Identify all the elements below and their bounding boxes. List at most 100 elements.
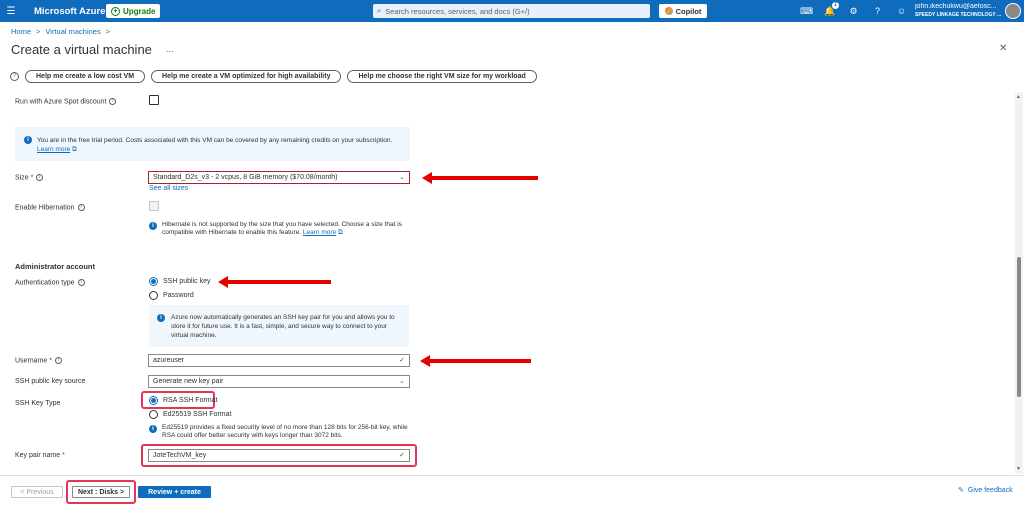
checkmark-icon: ✓	[399, 357, 405, 364]
external-link-icon: ⧉	[72, 146, 77, 153]
scroll-down-icon[interactable]: ▼	[1016, 466, 1021, 472]
username-label: Username * i	[15, 357, 62, 364]
radio-label: RSA SSH Format	[163, 397, 218, 404]
feedback-label: Give feedback	[967, 486, 1013, 494]
key-pair-name-input[interactable]: JoteTechVM_key ✓	[148, 449, 410, 462]
key-type-label: SSH Key Type	[15, 400, 61, 407]
close-icon[interactable]: ✕	[999, 43, 1007, 54]
info-icon: i	[149, 222, 157, 230]
see-all-sizes-link[interactable]: See all sizes	[149, 185, 188, 192]
page-title: Create a virtual machine	[11, 42, 152, 57]
info-icon[interactable]: i	[77, 279, 85, 286]
cloud-shell-icon[interactable]: ⌨	[800, 6, 813, 17]
help-low-cost-button[interactable]: Help me create a low cost VM	[25, 70, 146, 83]
auth-type-label: Authentication type i	[15, 279, 85, 286]
chevron-right-icon: >	[36, 27, 41, 36]
info-icon[interactable]: i	[54, 357, 62, 364]
search-icon: ⌕	[377, 6, 382, 15]
previous-button[interactable]: < Previous	[11, 486, 63, 498]
free-trial-info-box: i You are in the free trial period. Cost…	[15, 127, 410, 161]
required-asterisk: *	[30, 174, 34, 182]
search-placeholder: Search resources, services, and docs (G+…	[385, 6, 530, 16]
chevron-right-icon: >	[105, 27, 111, 36]
radio-rsa-ssh-format[interactable]: RSA SSH Format	[149, 396, 217, 405]
external-link-icon: ⧉	[337, 229, 343, 236]
help-high-availability-button[interactable]: Help me create a VM optimized for high a…	[151, 70, 342, 83]
menu-icon[interactable]: ☰	[0, 0, 22, 22]
copilot-button[interactable]: Copilot	[659, 4, 707, 18]
radio-dot	[149, 396, 158, 405]
footer-bar: < Previous Next : Disks > Review + creat…	[0, 475, 1024, 511]
copilot-label: Copilot	[675, 6, 702, 16]
required-asterisk: *	[49, 357, 52, 365]
info-icon: i	[24, 136, 32, 144]
plus-icon: +	[111, 6, 120, 16]
account-info[interactable]: john.ikechukwu@aetosc... SPEEDY LINKAGE …	[915, 3, 1003, 19]
settings-gear-icon[interactable]: ⚙	[848, 6, 859, 17]
key-pair-label-text: Key pair name	[15, 452, 61, 459]
auth-type-label-text: Authentication type	[15, 279, 75, 287]
copilot-icon	[664, 7, 673, 15]
info-icon[interactable]: i	[109, 98, 117, 105]
username-value: azureuser	[153, 357, 185, 364]
radio-password[interactable]: Password	[149, 291, 194, 300]
key-source-dropdown[interactable]: Generate new key pair ⌄	[148, 375, 410, 388]
checkmark-icon: ✓	[399, 452, 405, 459]
review-create-button[interactable]: Review + create	[138, 486, 211, 498]
scrollbar-thumb[interactable]	[1017, 257, 1021, 397]
notifications-icon[interactable]: 🔔 1	[824, 1, 839, 17]
hibernation-learn-more-link[interactable]: Learn more	[303, 229, 336, 236]
vertical-scrollbar[interactable]: ▲ ▼	[1015, 92, 1023, 474]
avatar[interactable]	[1005, 3, 1021, 19]
give-feedback-link[interactable]: ✎ Give feedback	[958, 486, 1013, 495]
notification-badge: 1	[832, 1, 839, 9]
breadcrumb: Home > Virtual machines >	[11, 27, 110, 36]
size-label-text: Size	[15, 174, 29, 182]
ssh-option-area	[143, 273, 209, 290]
size-dropdown[interactable]: Standard_D2s_v3 - 2 vcpus, 8 GiB memory …	[148, 171, 410, 184]
key-type-note: i Ed25519 provides a fixed security leve…	[149, 424, 409, 440]
scroll-up-icon[interactable]: ▲	[1016, 94, 1021, 100]
radio-ed25519-ssh-format[interactable]: Ed25519 SSH Format	[149, 410, 231, 419]
help-circle-icon: ?	[10, 72, 19, 81]
help-vm-size-button[interactable]: Help me choose the right VM size for my …	[347, 70, 537, 83]
more-options-icon[interactable]: ...	[166, 44, 174, 54]
radio-label: Ed25519 SSH Format	[163, 411, 232, 418]
ssh-info-text: Azure now automatically generates an SSH…	[171, 314, 395, 339]
admin-section-heading: Administrator account	[15, 262, 96, 271]
user-org: SPEEDY LINKAGE TECHNOLOGY ...	[915, 12, 1002, 18]
breadcrumb-home[interactable]: Home	[11, 27, 31, 36]
radio-dot	[149, 410, 158, 419]
user-email: john.ikechukwu@aetosc...	[915, 3, 997, 10]
size-label: Size * i	[15, 174, 44, 182]
breadcrumb-virtual-machines[interactable]: Virtual machines	[45, 27, 100, 36]
hibernation-checkbox[interactable]	[149, 201, 159, 211]
annotation-arrow-auth	[218, 276, 331, 288]
feedback-person-icon[interactable]: ☺	[896, 6, 907, 16]
spot-discount-checkbox[interactable]	[149, 95, 159, 105]
size-value: Standard_D2s_v3 - 2 vcpus, 8 GiB memory …	[153, 174, 338, 181]
annotation-arrow-username	[420, 355, 531, 367]
ssh-info-box: i Azure now automatically generates an S…	[149, 305, 409, 347]
key-pair-label: Key pair name *	[15, 452, 65, 459]
help-buttons-row: ? Help me create a low cost VM Help me c…	[10, 70, 537, 83]
hibernation-label-text: Enable Hibernation	[15, 204, 75, 212]
help-icon[interactable]: ?	[872, 6, 883, 16]
chevron-down-icon: ⌄	[399, 174, 405, 181]
next-disks-button[interactable]: Next : Disks >	[72, 486, 130, 498]
learn-more-link[interactable]: Learn more	[37, 146, 70, 153]
username-input[interactable]: azureuser ✓	[148, 354, 410, 367]
key-source-label: SSH public key source	[15, 378, 86, 385]
info-icon: i	[149, 425, 157, 433]
info-icon[interactable]: i	[36, 174, 44, 181]
upgrade-button[interactable]: + Upgrade	[106, 4, 161, 18]
search-input[interactable]: ⌕ Search resources, services, and docs (…	[373, 4, 650, 18]
brand-title[interactable]: Microsoft Azure	[34, 6, 105, 17]
radio-dot	[149, 291, 158, 300]
spot-label-text: Run with Azure Spot discount	[15, 98, 107, 106]
top-bar: ☰ Microsoft Azure + Upgrade ⌕ Search res…	[0, 0, 1024, 22]
annotation-arrow-size	[422, 172, 538, 184]
info-icon[interactable]: i	[77, 204, 85, 211]
required-asterisk: *	[62, 452, 65, 459]
hibernation-note: i Hibernate is not supported by the size…	[149, 221, 414, 237]
